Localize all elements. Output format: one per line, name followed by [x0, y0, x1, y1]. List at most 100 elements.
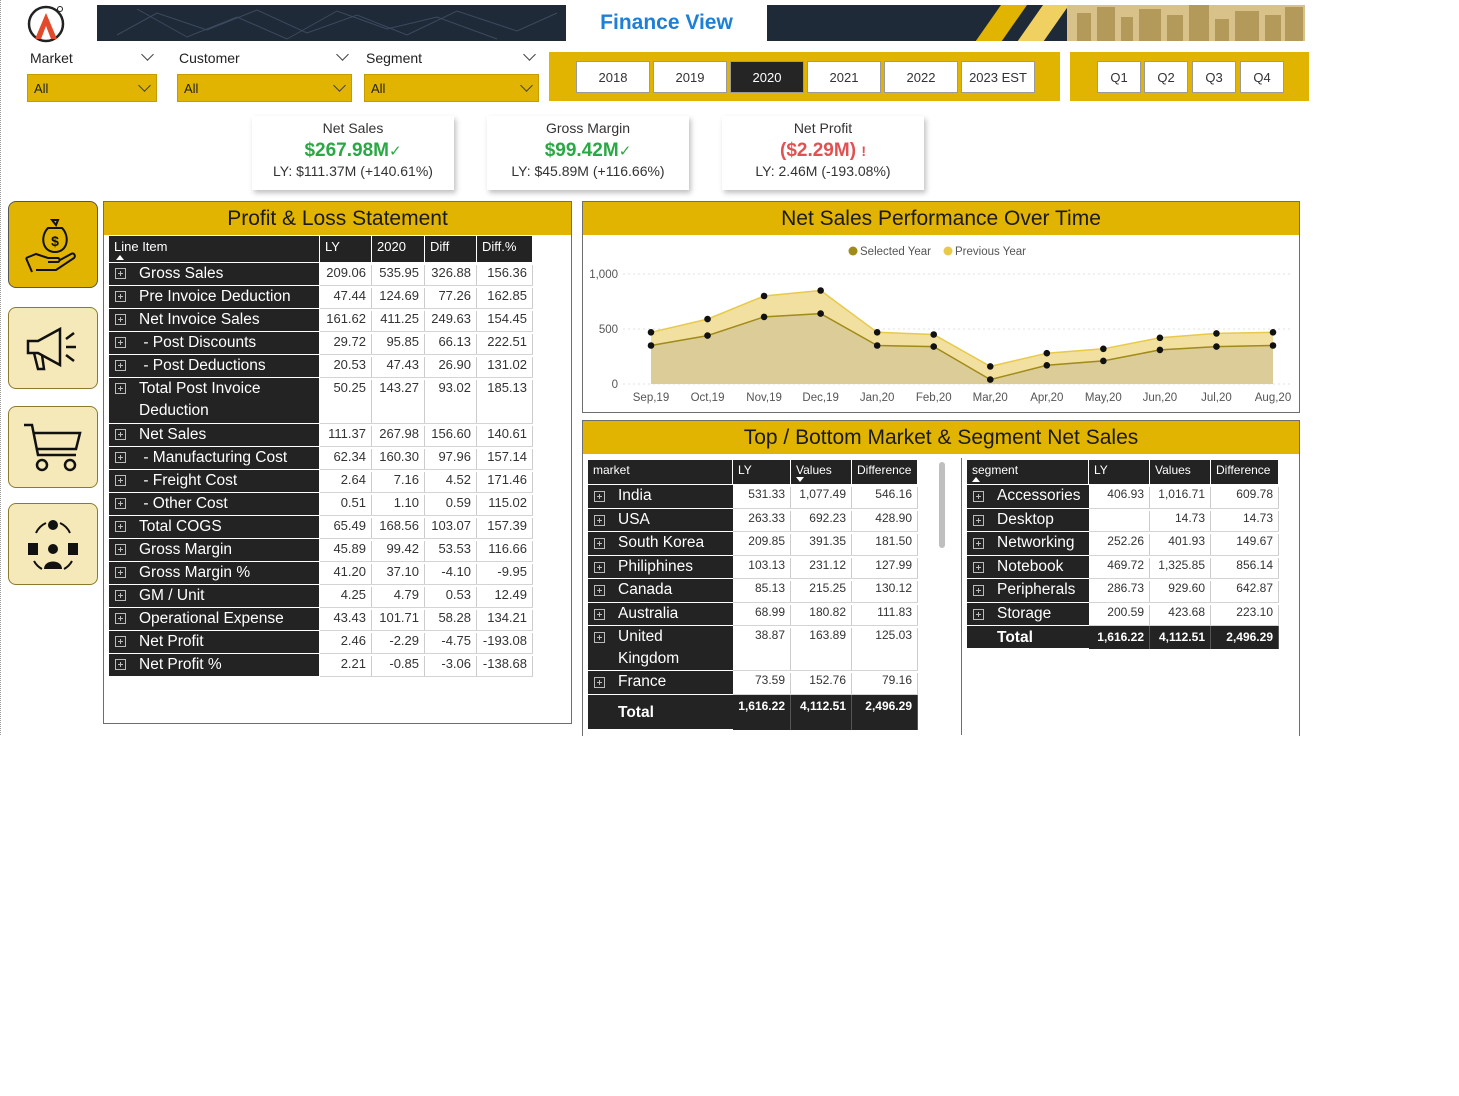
quarter-button-q4[interactable]: Q4: [1240, 61, 1284, 93]
expand-icon[interactable]: [973, 514, 984, 526]
markets-row-label[interactable]: United Kingdom: [588, 626, 733, 671]
expand-icon[interactable]: [115, 567, 126, 578]
pl-row-label[interactable]: GM / Unit: [109, 585, 319, 608]
pl-row-label[interactable]: Net Profit: [109, 631, 319, 654]
markets-row-label[interactable]: Australia: [588, 602, 733, 626]
expand-icon[interactable]: [973, 491, 984, 502]
market-filter-dropdown[interactable]: All: [27, 74, 157, 102]
pl-row-label[interactable]: Net Profit %: [109, 654, 319, 677]
pl-row-label[interactable]: Gross Margin: [109, 539, 319, 562]
quarter-button-q1[interactable]: Q1: [1097, 61, 1141, 93]
expand-icon[interactable]: [115, 521, 126, 532]
market-col-difference[interactable]: Difference: [852, 460, 918, 484]
year-button-2021[interactable]: 2021: [807, 61, 881, 93]
expand-icon[interactable]: [115, 337, 126, 348]
chevron-down-icon[interactable]: [523, 48, 536, 61]
nav-finance-button[interactable]: $: [8, 201, 98, 288]
nav-sales-button[interactable]: [8, 406, 98, 488]
nav-supply-chain-button[interactable]: [8, 503, 98, 585]
expand-icon[interactable]: [594, 514, 605, 526]
pl-row-label[interactable]: - Manufacturing Cost: [109, 447, 319, 470]
expand-icon[interactable]: [115, 383, 126, 394]
segments-row-label[interactable]: Accessories: [967, 485, 1089, 509]
expand-icon[interactable]: [973, 561, 984, 573]
expand-icon[interactable]: [594, 677, 605, 688]
expand-icon[interactable]: [115, 268, 126, 279]
segments-row-label[interactable]: Networking: [967, 532, 1089, 556]
expand-icon[interactable]: [115, 360, 126, 371]
expand-icon[interactable]: [594, 561, 605, 573]
pl-row-label[interactable]: - Post Discounts: [109, 332, 319, 355]
expand-icon[interactable]: [115, 659, 126, 670]
pl-col-line-item[interactable]: Line Item: [109, 236, 320, 262]
segment-col-ly[interactable]: LY: [1089, 460, 1150, 484]
year-button-2023-est[interactable]: 2023 EST: [961, 61, 1035, 93]
markets-row-label[interactable]: Canada: [588, 579, 733, 603]
segment-col-values[interactable]: Values: [1150, 460, 1211, 484]
segments-row-label[interactable]: Peripherals: [967, 579, 1089, 603]
segments-row-label[interactable]: Desktop: [967, 508, 1089, 532]
markets-row-label[interactable]: India: [588, 485, 733, 509]
markets-row-label[interactable]: South Korea: [588, 532, 733, 556]
expand-icon[interactable]: [594, 585, 605, 596]
market-col-values[interactable]: Values: [791, 460, 852, 484]
expand-icon[interactable]: [115, 452, 126, 463]
pl-col-2020[interactable]: 2020: [372, 236, 425, 262]
pl-row-label[interactable]: - Other Cost: [109, 493, 319, 516]
expand-icon[interactable]: [594, 632, 605, 643]
market-scrollbar[interactable]: [939, 462, 945, 548]
year-button-2022[interactable]: 2022: [884, 61, 958, 93]
pl-col-diff[interactable]: Diff: [425, 236, 477, 262]
pl-row-label[interactable]: Gross Sales: [109, 263, 319, 286]
pl-row-text: Operational Expense: [139, 610, 284, 627]
pl-row-label[interactable]: Operational Expense: [109, 608, 319, 631]
pl-row-label[interactable]: Total COGS: [109, 516, 319, 539]
pl-row-label[interactable]: - Freight Cost: [109, 470, 319, 493]
expand-icon[interactable]: [594, 608, 605, 620]
markets-row-label[interactable]: France: [588, 671, 733, 695]
year-button-2018[interactable]: 2018: [576, 61, 650, 93]
pl-cell-cur: 99.42: [372, 541, 425, 562]
pl-row-label[interactable]: Net Sales: [109, 424, 319, 447]
pl-row-label[interactable]: - Post Deductions: [109, 355, 319, 378]
expand-icon[interactable]: [973, 608, 984, 620]
expand-icon[interactable]: [115, 475, 126, 486]
segment-filter-dropdown[interactable]: All: [364, 74, 539, 102]
customer-filter-dropdown[interactable]: All: [177, 74, 352, 102]
market-col-ly[interactable]: LY: [733, 460, 791, 484]
pl-row-label[interactable]: Gross Margin %: [109, 562, 319, 585]
markets-row-label[interactable]: Philiphines: [588, 555, 733, 579]
pl-row-label[interactable]: Net Invoice Sales: [109, 309, 319, 332]
pl-col-diff-pct[interactable]: Diff.%: [477, 236, 533, 262]
pl-col-ly[interactable]: LY: [320, 236, 372, 262]
nav-marketing-button[interactable]: [8, 307, 98, 389]
expand-icon[interactable]: [115, 291, 126, 302]
expand-icon[interactable]: [115, 636, 126, 647]
chevron-down-icon[interactable]: [336, 48, 349, 61]
expand-icon[interactable]: [115, 429, 126, 440]
quarter-button-q2[interactable]: Q2: [1144, 61, 1188, 93]
segments-row-label[interactable]: Storage: [967, 602, 1089, 626]
expand-icon[interactable]: [115, 314, 126, 325]
pl-row-label[interactable]: Total Post Invoice Deduction: [109, 378, 319, 424]
expand-icon[interactable]: [594, 538, 605, 549]
markets-cell-ly: 531.33: [733, 487, 791, 509]
year-button-2020[interactable]: 2020: [730, 61, 804, 93]
segment-col-difference[interactable]: Difference: [1211, 460, 1279, 484]
markets-row-label[interactable]: USA: [588, 508, 733, 532]
segments-row-label[interactable]: Notebook: [967, 555, 1089, 579]
quarter-button-q3[interactable]: Q3: [1192, 61, 1236, 93]
market-col-market[interactable]: market: [588, 460, 733, 484]
expand-icon[interactable]: [115, 544, 126, 555]
expand-icon[interactable]: [594, 491, 605, 502]
expand-icon[interactable]: [115, 498, 126, 509]
expand-icon[interactable]: [115, 613, 126, 624]
segment-col-segment[interactable]: segment: [967, 460, 1089, 484]
expand-icon[interactable]: [973, 585, 984, 596]
pl-row-label[interactable]: Pre Invoice Deduction: [109, 286, 319, 309]
expand-icon[interactable]: [115, 590, 126, 601]
expand-icon[interactable]: [973, 538, 984, 549]
year-button-2019[interactable]: 2019: [653, 61, 727, 93]
data-point: [1100, 357, 1107, 365]
chevron-down-icon[interactable]: [141, 48, 154, 61]
